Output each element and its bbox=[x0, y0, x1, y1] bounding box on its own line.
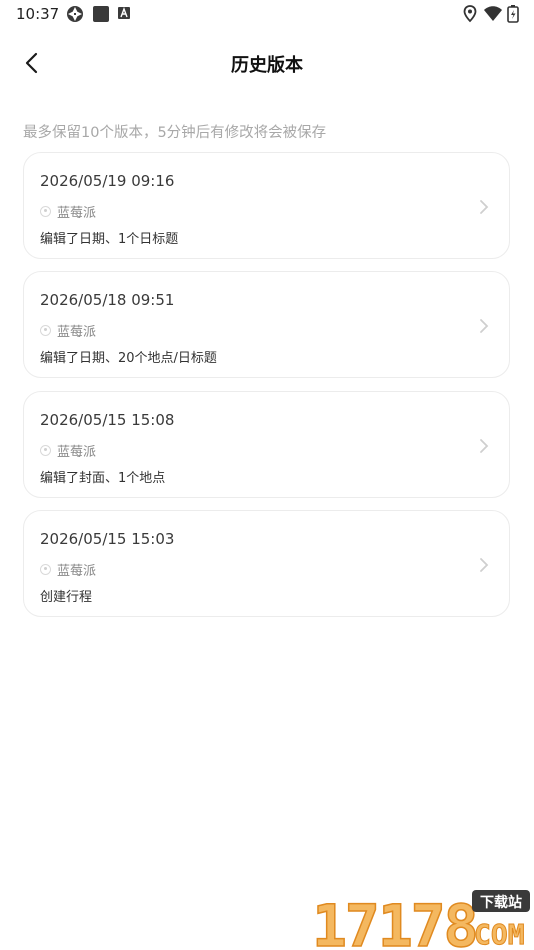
version-card[interactable]: 2026/05/19 09:16 蓝莓派 编辑了日期、1个日标题 bbox=[23, 152, 510, 259]
version-user: 蓝莓派 bbox=[40, 321, 97, 340]
square-app-icon bbox=[93, 6, 109, 22]
watermark-logo: 17178 下载站 COM bbox=[311, 890, 530, 950]
chevron-right-icon bbox=[480, 558, 489, 572]
battery-icon bbox=[507, 5, 519, 23]
user-name: 蓝莓派 bbox=[57, 205, 97, 221]
chevron-right-icon bbox=[480, 200, 489, 214]
avatar-icon bbox=[40, 205, 51, 217]
watermark-number: 17178 bbox=[312, 892, 477, 950]
nav-bar: 历史版本 bbox=[0, 40, 534, 86]
avatar-icon bbox=[40, 563, 51, 575]
aperture-icon bbox=[67, 6, 83, 22]
version-card[interactable]: 2026/05/18 09:51 蓝莓派 编辑了日期、20个地点/日标题 bbox=[23, 271, 510, 378]
location-icon bbox=[463, 5, 477, 23]
user-name: 蓝莓派 bbox=[57, 444, 97, 460]
version-card[interactable]: 2026/05/15 15:03 蓝莓派 创建行程 bbox=[23, 510, 510, 617]
avatar-icon bbox=[40, 444, 51, 456]
version-datetime: 2026/05/18 09:51 bbox=[40, 291, 175, 309]
retention-hint: 最多保留10个版本，5分钟后有修改将会被保存 bbox=[23, 125, 327, 141]
version-description: 编辑了日期、20个地点/日标题 bbox=[40, 351, 217, 366]
version-datetime: 2026/05/19 09:16 bbox=[40, 172, 175, 190]
chevron-right-icon bbox=[480, 439, 489, 453]
version-datetime: 2026/05/15 15:08 bbox=[40, 411, 175, 429]
wifi-icon bbox=[484, 6, 502, 21]
version-description: 编辑了日期、1个日标题 bbox=[40, 232, 179, 247]
avatar-icon bbox=[40, 324, 51, 336]
version-description: 编辑了封面、1个地点 bbox=[40, 471, 166, 486]
version-user: 蓝莓派 bbox=[40, 202, 97, 221]
user-name: 蓝莓派 bbox=[57, 324, 97, 340]
user-name: 蓝莓派 bbox=[57, 563, 97, 579]
version-user: 蓝莓派 bbox=[40, 560, 97, 579]
version-card[interactable]: 2026/05/15 15:08 蓝莓派 编辑了封面、1个地点 bbox=[23, 391, 510, 498]
page-title: 历史版本 bbox=[231, 55, 303, 76]
watermark-domain: COM bbox=[474, 918, 525, 950]
status-bar: 10:37 bbox=[0, 0, 534, 28]
android-a-icon bbox=[118, 7, 130, 19]
version-datetime: 2026/05/15 15:03 bbox=[40, 530, 175, 548]
version-user: 蓝莓派 bbox=[40, 441, 97, 460]
version-description: 创建行程 bbox=[40, 590, 93, 605]
status-time: 10:37 bbox=[16, 5, 60, 23]
chevron-right-icon bbox=[480, 319, 489, 333]
watermark-tag: 下载站 bbox=[480, 894, 522, 911]
